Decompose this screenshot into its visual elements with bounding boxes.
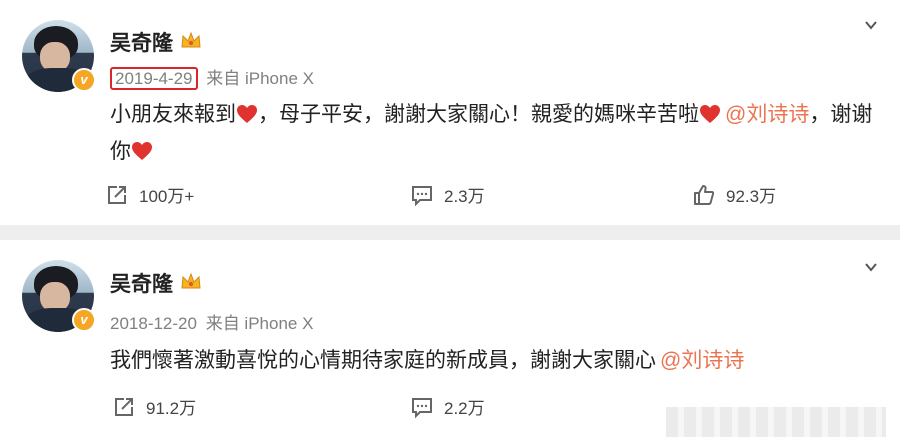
post-date[interactable]: 2018-12-20 — [110, 314, 197, 333]
post-content: 小朋友來報到 ，母子平安，謝謝大家關心！親愛的媽咪辛苦啦 @刘诗诗，谢谢你 — [110, 96, 880, 170]
repost-count: 91.2万 — [146, 399, 197, 418]
post-source: 来自 iPhone X — [205, 314, 314, 333]
weibo-post-1: v 吴奇隆 2019-4-29 来自 iPhone X 小朋友來報到 ，母子平安，… — [0, 0, 900, 225]
crown-icon — [181, 272, 201, 289]
watermark — [666, 407, 886, 437]
like-count: 92.3万 — [726, 187, 777, 206]
heart-icon — [132, 142, 152, 160]
post-meta: 2019-4-29 来自 iPhone X — [110, 64, 314, 90]
author-name[interactable]: 吴奇隆 — [110, 27, 173, 57]
author-name[interactable]: 吴奇隆 — [110, 268, 173, 298]
verified-v-icon: v — [72, 308, 96, 332]
heart-icon — [700, 105, 720, 123]
comment-icon — [412, 185, 432, 206]
chevron-down-icon[interactable] — [864, 18, 878, 32]
mention-link[interactable]: @刘诗诗 — [725, 103, 809, 126]
heart-icon — [237, 105, 257, 123]
post-meta: 2018-12-20 来自 iPhone X — [110, 309, 313, 334]
repost-icon — [115, 397, 133, 416]
like-button[interactable]: 92.3万 — [692, 182, 776, 207]
repost-button[interactable]: 100万+ — [105, 182, 194, 207]
content-text: ，母子平安，謝謝大家關心！親愛的媽咪辛苦啦 — [258, 103, 699, 126]
post-source: 来自 iPhone X — [206, 69, 314, 88]
verified-v-icon: v — [72, 68, 96, 92]
repost-icon — [108, 185, 126, 204]
post-content: 我們懷著激動喜悅的心情期待家庭的新成員，謝謝大家關心 @刘诗诗 — [110, 342, 880, 379]
like-icon — [694, 184, 715, 205]
comment-button[interactable]: 2.3万 — [410, 182, 485, 207]
avatar[interactable]: v — [22, 20, 96, 92]
crown-icon — [181, 31, 201, 48]
comment-count: 2.2万 — [444, 399, 485, 418]
mention-link[interactable]: @刘诗诗 — [660, 349, 744, 372]
comment-count: 2.3万 — [444, 187, 485, 206]
post-date[interactable]: 2019-4-29 — [110, 67, 198, 90]
chevron-down-icon[interactable] — [864, 260, 878, 274]
comment-button[interactable]: 2.2万 — [410, 394, 485, 419]
content-text: 我們懷著激動喜悅的心情期待家庭的新成員，謝謝大家關心 — [110, 349, 656, 372]
repost-button[interactable]: 91.2万 — [112, 394, 196, 419]
comment-icon — [412, 397, 432, 418]
content-text: 小朋友來報到 — [110, 103, 236, 126]
repost-count: 100万+ — [139, 187, 195, 206]
avatar[interactable]: v — [22, 260, 96, 332]
weibo-post-2: v 吴奇隆 2018-12-20 来自 iPhone X 我們懷著激動喜悅的心情… — [0, 240, 900, 445]
